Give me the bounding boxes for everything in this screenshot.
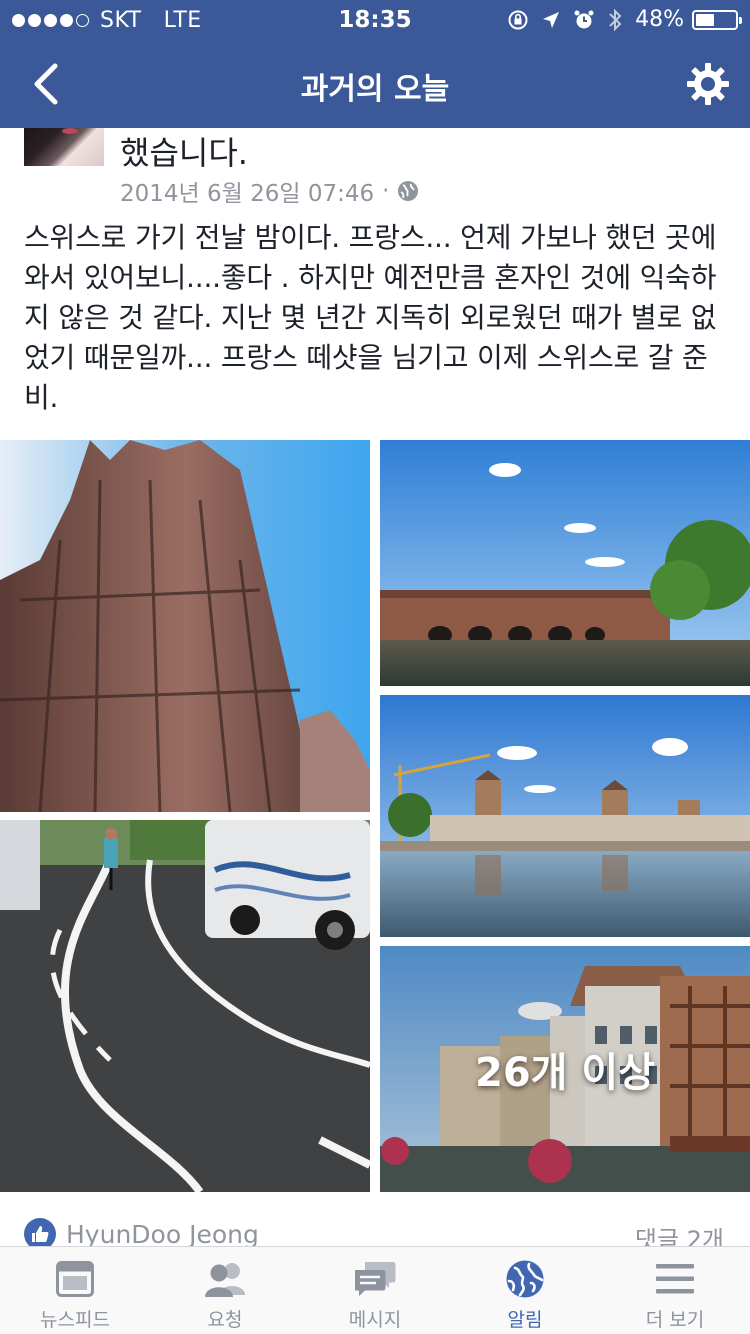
photo-half-timbered-houses[interactable]: 26개 이상 [380, 946, 750, 1192]
alarm-icon [573, 9, 595, 31]
reaction-summary: HyunDoo Jeong 댓글 2개 [0, 1216, 750, 1246]
friend-requests-icon [203, 1259, 247, 1299]
post-timestamp[interactable]: 2014년 6월 26일 07:46 [120, 174, 374, 208]
more-photos-label: 26개 이상 [475, 1050, 655, 1096]
tab-requests[interactable]: 요청 [150, 1247, 300, 1334]
post-body-text: 스위스로 가기 전날 밤이다. 프랑스... 언제 가보나 했던 곳에 와서 있… [24, 221, 717, 414]
gear-icon [687, 63, 729, 105]
comment-count[interactable]: 댓글 2개 [635, 1220, 724, 1246]
tab-bar: 뉴스피드 요청 메시지 알림 더 보기 [0, 1246, 750, 1334]
tab-label: 메시지 [348, 1309, 402, 1331]
messages-icon [353, 1259, 397, 1299]
post-header-text: 했습니다. [120, 134, 248, 172]
top-bar: SKT LTE 18:35 48% 과거의 오늘 [0, 0, 750, 128]
menu-icon [653, 1259, 697, 1299]
photo-cathedral[interactable] [0, 440, 370, 812]
tab-messages[interactable]: 메시지 [300, 1247, 450, 1334]
orientation-lock-icon [507, 9, 529, 31]
post-meta: 2014년 6월 26일 07:46 · [120, 174, 419, 208]
tab-label: 요청 [207, 1309, 243, 1331]
location-arrow-icon [541, 10, 561, 30]
meta-separator: · [382, 178, 390, 204]
bluetooth-icon [607, 8, 623, 32]
globe-icon [398, 181, 419, 201]
globe-notifications-icon [503, 1259, 547, 1299]
tab-label: 알림 [507, 1309, 543, 1331]
tab-label: 더 보기 [645, 1309, 705, 1331]
photo-river-towers[interactable] [380, 695, 750, 937]
photo-bike-lane-bus[interactable] [0, 820, 370, 1192]
more-photos-overlay[interactable]: 26개 이상 [380, 946, 750, 1192]
liker-name[interactable]: HyunDoo Jeong [66, 1220, 259, 1246]
tab-notifications[interactable]: 알림 [450, 1247, 600, 1334]
post-card: 했습니다. 2014년 6월 26일 07:46 · 스위스로 가기 전날 밤이… [0, 128, 750, 1246]
tab-more[interactable]: 더 보기 [600, 1247, 750, 1334]
navigation-bar: 과거의 오늘 [0, 40, 750, 128]
settings-button[interactable] [686, 62, 730, 106]
tab-news-feed[interactable]: 뉴스피드 [0, 1247, 150, 1334]
like-icon [24, 1218, 56, 1246]
author-avatar[interactable] [24, 128, 104, 166]
photo-covered-bridge[interactable] [380, 440, 750, 686]
page-title: 과거의 오늘 [300, 72, 450, 107]
news-feed-icon [53, 1259, 97, 1299]
status-right: 48% [495, 7, 742, 32]
status-bar: SKT LTE 18:35 48% [0, 0, 750, 40]
battery-level [696, 13, 714, 26]
tab-label: 뉴스피드 [40, 1309, 110, 1331]
battery-icon [692, 9, 742, 30]
battery-percent: 48% [635, 7, 684, 32]
